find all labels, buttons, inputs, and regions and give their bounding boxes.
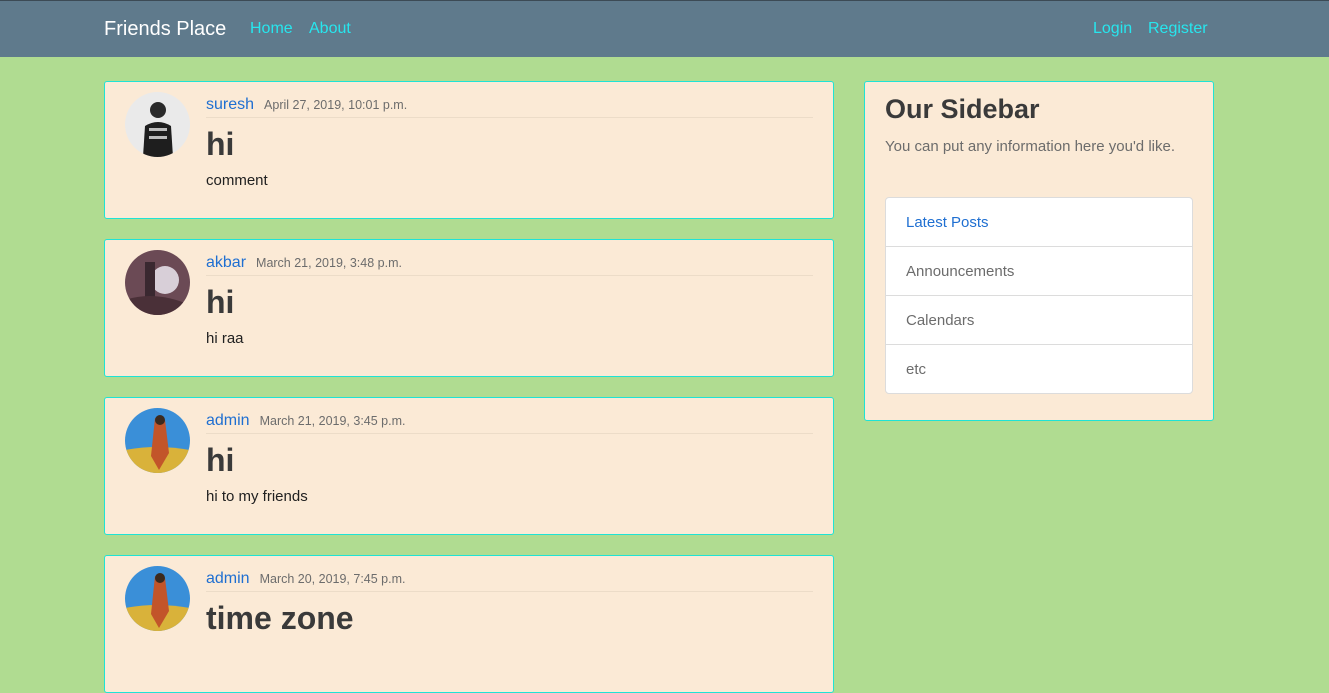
post-card: admin March 20, 2019, 7:45 p.m. time zone xyxy=(104,555,834,693)
sidebar-title: Our Sidebar xyxy=(885,94,1040,124)
post-title[interactable]: hi xyxy=(206,284,234,321)
post-content: comment xyxy=(206,172,268,189)
sidebar-item-announcements[interactable]: Announcements xyxy=(886,247,1192,296)
avatar xyxy=(125,250,190,315)
avatar xyxy=(125,566,190,631)
author-link[interactable]: akbar xyxy=(206,254,246,271)
post-date: March 21, 2019, 3:48 p.m. xyxy=(256,256,402,270)
sidebar-list: Latest Posts Announcements Calendars etc xyxy=(885,197,1193,394)
navbar: Friends Place Home About Login Register xyxy=(0,0,1329,57)
post-title[interactable]: hi xyxy=(206,442,234,479)
post-date: March 21, 2019, 3:45 p.m. xyxy=(259,414,406,428)
sidebar-item-calendars[interactable]: Calendars xyxy=(886,296,1192,345)
post-meta: admin March 21, 2019, 3:45 p.m. xyxy=(206,412,813,434)
nav-home-link[interactable]: Home xyxy=(250,20,293,38)
post-title[interactable]: time zone xyxy=(206,600,354,637)
post-date: April 27, 2019, 10:01 p.m. xyxy=(264,98,408,112)
post-meta: suresh April 27, 2019, 10:01 p.m. xyxy=(206,96,813,118)
avatar xyxy=(125,408,190,473)
author-link[interactable]: admin xyxy=(206,570,250,587)
brand-link[interactable]: Friends Place xyxy=(104,18,226,41)
post-meta: admin March 20, 2019, 7:45 p.m. xyxy=(206,570,813,592)
post-card: akbar March 21, 2019, 3:48 p.m. hi hi raa xyxy=(104,239,834,377)
post-title[interactable]: hi xyxy=(206,126,234,163)
post-meta: akbar March 21, 2019, 3:48 p.m. xyxy=(206,254,813,276)
sidebar-item-etc[interactable]: etc xyxy=(886,345,1192,394)
post-content: hi raa xyxy=(206,330,244,347)
sidebar: Our Sidebar You can put any information … xyxy=(864,81,1214,421)
sidebar-description: You can put any information here you'd l… xyxy=(885,138,1175,155)
author-link[interactable]: admin xyxy=(206,412,250,429)
post-card: admin March 21, 2019, 3:45 p.m. hi hi to … xyxy=(104,397,834,535)
author-link[interactable]: suresh xyxy=(206,96,254,113)
post-date: March 20, 2019, 7:45 p.m. xyxy=(259,572,406,586)
nav-about-link[interactable]: About xyxy=(309,20,351,38)
sidebar-item-latest-posts[interactable]: Latest Posts xyxy=(886,198,1192,247)
post-content: hi to my friends xyxy=(206,488,308,505)
avatar xyxy=(125,92,190,157)
post-card: suresh April 27, 2019, 10:01 p.m. hi comm… xyxy=(104,81,834,219)
nav-login-link[interactable]: Login xyxy=(1093,20,1132,38)
nav-register-link[interactable]: Register xyxy=(1148,20,1208,38)
